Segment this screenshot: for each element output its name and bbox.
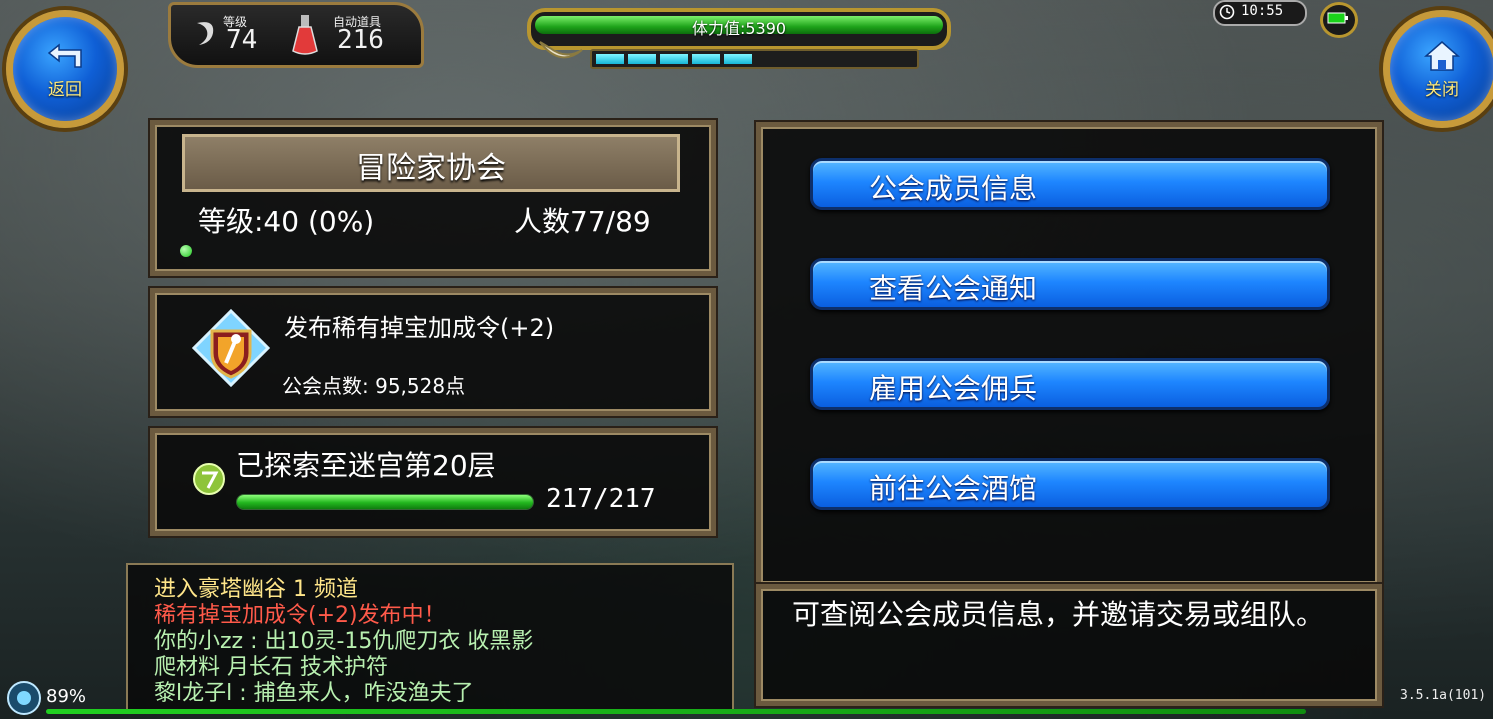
experience-bar — [46, 709, 1306, 714]
clock-text: 10:55 — [1241, 3, 1284, 19]
exploration-progress-fill — [237, 495, 533, 509]
exploration-count: 217/217 — [546, 484, 656, 514]
clock: 10:55 — [1213, 0, 1307, 26]
home-icon — [1424, 40, 1460, 71]
battery-icon — [1327, 12, 1348, 24]
version-text: 3.5.1a(101) — [1400, 688, 1487, 703]
level-value: 74 — [226, 25, 258, 55]
guild-tavern-button[interactable]: 前往公会酒馆 — [810, 458, 1330, 510]
stamina-text: 体力值:5390 — [691, 19, 787, 38]
battery-percent: 89% — [46, 686, 87, 707]
online-indicator — [180, 245, 192, 257]
close-label: 关闭 — [1425, 79, 1459, 100]
player-stats-plate: 等级 74 自动道具 216 — [168, 2, 424, 68]
description-text: 可查阅公会成员信息，并邀请交易或组队。 — [792, 598, 1325, 631]
clock-icon — [1219, 4, 1235, 20]
energy-segment — [660, 54, 688, 64]
guild-points: 公会点数: 95,528点 — [282, 374, 466, 398]
moon-emblem-icon — [539, 41, 583, 59]
menu-label: 前往公会酒馆 — [869, 472, 1038, 505]
back-arrow-icon — [47, 42, 82, 68]
menu-label: 雇用公会佣兵 — [869, 372, 1038, 405]
boost-title: 发布稀有掉宝加成令(+2) — [284, 314, 555, 342]
potion-icon — [292, 15, 318, 55]
energy-segment — [724, 54, 752, 64]
battery-indicator — [1320, 2, 1358, 38]
guild-members-info-button[interactable]: 公会成员信息 — [810, 158, 1330, 210]
network-orb-icon — [7, 681, 41, 715]
dungeon-floor-icon — [193, 463, 225, 495]
auto-items-value: 216 — [337, 25, 384, 55]
guild-notice-button[interactable]: 查看公会通知 — [810, 258, 1330, 310]
energy-segment-bar — [590, 49, 919, 69]
guild-title-box: 冒险家协会 — [182, 134, 680, 192]
menu-label: 查看公会通知 — [869, 272, 1038, 305]
chat-box[interactable]: 进入豪塔幽谷 1 频道 稀有掉宝加成令(+2)发布中！ 你的小zz : 出10灵… — [126, 563, 734, 713]
energy-segment — [596, 54, 624, 64]
guild-level: 等级:40 (0%) — [198, 205, 375, 238]
chat-line: 黎l龙子l : 捕鱼来人，咋没渔夫了 — [154, 681, 474, 706]
exploration-progress-bar — [236, 494, 534, 510]
energy-segment — [628, 54, 656, 64]
stamina-bar: 体力值:5390 — [527, 8, 951, 50]
exploration-text: 已探索至迷宫第20层 — [236, 449, 496, 482]
back-label: 返回 — [48, 79, 82, 100]
guild-members: 人数77/89 — [514, 205, 651, 238]
energy-segment — [692, 54, 720, 64]
close-button[interactable]: 关闭 — [1383, 10, 1493, 128]
guild-emblem-icon — [192, 309, 270, 387]
menu-label: 公会成员信息 — [869, 172, 1038, 205]
hire-mercenary-button[interactable]: 雇用公会佣兵 — [810, 358, 1330, 410]
back-button[interactable]: 返回 — [6, 10, 124, 128]
level-icon — [197, 22, 214, 45]
guild-name: 冒险家协会 — [356, 151, 506, 186]
